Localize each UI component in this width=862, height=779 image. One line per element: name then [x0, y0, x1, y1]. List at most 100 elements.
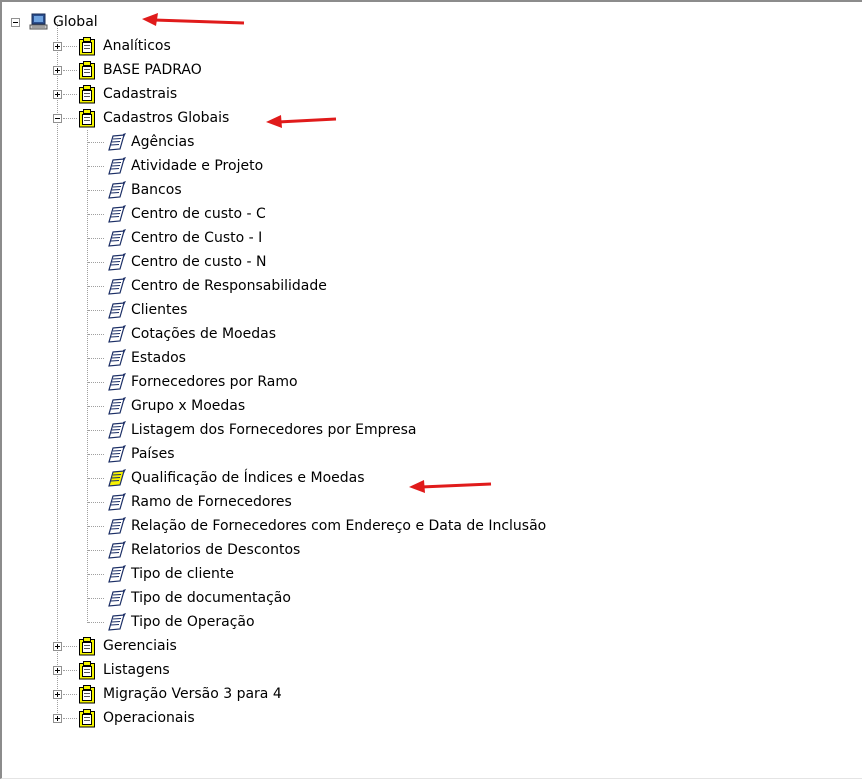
report-document-icon: [107, 613, 127, 638]
tree-node-clientes[interactable]: Clientes: [0, 299, 700, 321]
tree-line: [88, 574, 104, 575]
tree-line: [88, 526, 104, 527]
tree-node-label: Cadastrais: [103, 86, 178, 102]
tree-node-label: Agências: [131, 134, 195, 150]
tree-node-label: Cotações de Moedas: [131, 326, 276, 342]
tree-node-centro-de-responsabilidade[interactable]: Centro de Responsabilidade: [0, 275, 700, 297]
tree-node-label: Operacionais: [103, 710, 195, 726]
collapse-toggle[interactable]: [53, 114, 62, 123]
tree-node-qualificacao-de-indices-e-moedas[interactable]: Qualificação de Índices e Moedas: [0, 467, 700, 489]
tree-line: [88, 166, 104, 167]
tree-node-label: Grupo x Moedas: [131, 398, 246, 414]
tree-node-label: Tipo de documentação: [131, 590, 291, 606]
tree-line: [88, 622, 104, 623]
expand-toggle[interactable]: [53, 66, 62, 75]
tree-line: [63, 718, 77, 719]
tree-line: [88, 430, 104, 431]
tree-node-bancos[interactable]: Bancos: [0, 179, 700, 201]
tree-node-label: Clientes: [131, 302, 188, 318]
tree-node-listagens[interactable]: Listagens: [0, 659, 400, 681]
tree-line: [88, 286, 104, 287]
annotation-arrow: [409, 480, 492, 493]
tree-node-tipo-de-operacao[interactable]: Tipo de Operação: [0, 611, 700, 633]
tree-node-agencias[interactable]: Agências: [0, 131, 700, 153]
report-folder-icon: [78, 708, 96, 735]
tree-line: [63, 46, 77, 47]
tree-line: [88, 406, 104, 407]
collapse-toggle-global[interactable]: [11, 18, 20, 27]
tree-line: [88, 190, 104, 191]
tree-node-label: BASE PADRAO: [103, 62, 202, 78]
expand-toggle[interactable]: [53, 690, 62, 699]
tree-line: [88, 262, 104, 263]
tree-node-label: Tipo de Operação: [131, 614, 255, 630]
tree-node-label: Relação de Fornecedores com Endereço e D…: [131, 518, 547, 534]
tree-line: [88, 550, 104, 551]
tree-line: [88, 334, 104, 335]
expand-toggle[interactable]: [53, 90, 62, 99]
expand-toggle[interactable]: [53, 42, 62, 51]
tree-line: [63, 94, 77, 95]
tree-node-base-padrao[interactable]: BASE PADRAO: [0, 59, 400, 81]
tree-node-label: Cadastros Globais: [103, 110, 230, 126]
expand-toggle[interactable]: [53, 666, 62, 675]
tree-line: [88, 502, 104, 503]
tree-node-label: Países: [131, 446, 175, 462]
tree-line: [88, 382, 104, 383]
tree-node-label: Estados: [131, 350, 186, 366]
tree-line: [88, 358, 104, 359]
tree-node-operacionais[interactable]: Operacionais: [0, 707, 400, 729]
tree-node-paises[interactable]: Países: [0, 443, 700, 465]
tree-node-label: Qualificação de Índices e Moedas: [131, 470, 365, 486]
tree-node-label: Centro de custo - C: [131, 206, 266, 222]
tree-line: [63, 646, 77, 647]
tree-node-label: Centro de custo - N: [131, 254, 267, 270]
tree-line: [63, 694, 77, 695]
tree-line: [88, 238, 104, 239]
tree-node-ramo-de-fornecedores[interactable]: Ramo de Fornecedores: [0, 491, 700, 513]
tree-node-estados[interactable]: Estados: [0, 347, 700, 369]
tree-node-fornecedores-por-ramo[interactable]: Fornecedores por Ramo: [0, 371, 700, 393]
tree-node-label: Analíticos: [103, 38, 171, 54]
tree-node-label: Centro de Custo - I: [131, 230, 263, 246]
tree-node-gerenciais[interactable]: Gerenciais: [0, 635, 400, 657]
tree-node-centro-de-custo-n[interactable]: Centro de custo - N: [0, 251, 700, 273]
tree-line: [63, 670, 77, 671]
tree-node-centro-de-custo-c[interactable]: Centro de custo - C: [0, 203, 700, 225]
tree-node-label: Gerenciais: [103, 638, 177, 654]
tree-node-migracao-versao-3-para-4[interactable]: Migração Versão 3 para 4: [0, 683, 400, 705]
expand-toggle[interactable]: [53, 642, 62, 651]
tree-line: [63, 70, 77, 71]
tree-node-analiticos[interactable]: Analíticos: [0, 35, 400, 57]
tree-node-cadastrais[interactable]: Cadastrais: [0, 83, 400, 105]
tree-node-cadastros-globais[interactable]: Cadastros Globais: [0, 107, 400, 129]
tree-line: [63, 118, 77, 119]
tree-node-grupo-x-moedas[interactable]: Grupo x Moedas: [0, 395, 700, 417]
report-tree[interactable]: Global Analíticos BASE PADRAO Cadastrais Ca…: [0, 0, 862, 778]
annotation-arrow: [142, 13, 245, 26]
tree-node-cotacoes-de-moedas[interactable]: Cotações de Moedas: [0, 323, 700, 345]
tree-node-listagem-dos-fornecedores-por-empresa[interactable]: Listagem dos Fornecedores por Empresa: [0, 419, 700, 441]
tree-node-label: Global: [53, 14, 98, 30]
tree-node-centro-de-custo-i[interactable]: Centro de Custo - I: [0, 227, 700, 249]
expand-toggle[interactable]: [53, 714, 62, 723]
tree-node-tipo-de-documentacao[interactable]: Tipo de documentação: [0, 587, 700, 609]
tree-node-label: Relatorios de Descontos: [131, 542, 301, 558]
tree-line: [88, 214, 104, 215]
tree-node-label: Migração Versão 3 para 4: [103, 686, 282, 702]
tree-node-label: Centro de Responsabilidade: [131, 278, 327, 294]
tree-node-label: Tipo de cliente: [131, 566, 234, 582]
tree-node-label: Ramo de Fornecedores: [131, 494, 292, 510]
tree-node-label: Listagens: [103, 662, 170, 678]
tree-node-relacao-de-fornecedores-com-endereco-e-data-de-inclusao[interactable]: Relação de Fornecedores com Endereço e D…: [0, 515, 700, 537]
tree-node-tipo-de-cliente[interactable]: Tipo de cliente: [0, 563, 700, 585]
tree-line: [88, 598, 104, 599]
tree-line: [88, 478, 104, 479]
tree-line: [88, 142, 104, 143]
annotation-arrow: [266, 115, 337, 128]
tree-node-label: Fornecedores por Ramo: [131, 374, 298, 390]
tree-node-atividade-e-projeto[interactable]: Atividade e Projeto: [0, 155, 700, 177]
tree-line: [88, 310, 104, 311]
tree-node-relatorios-de-descontos[interactable]: Relatorios de Descontos: [0, 539, 700, 561]
tree-line: [88, 454, 104, 455]
